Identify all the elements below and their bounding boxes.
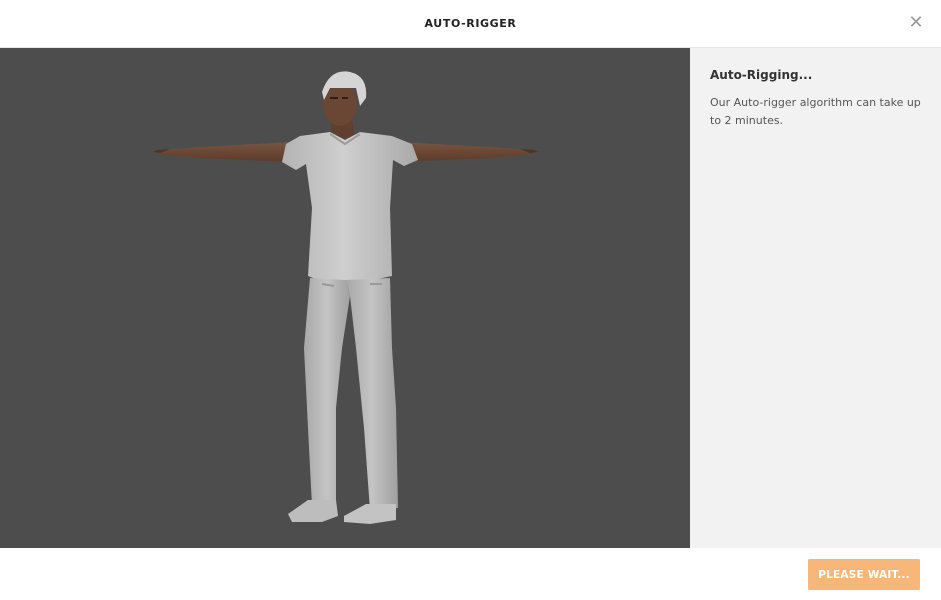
left-arm: [153, 142, 292, 162]
status-description: Our Auto-rigger algorithm can take up to…: [710, 96, 921, 127]
dialog-header: AUTO-RIGGER ✕: [0, 0, 941, 48]
right-arm: [398, 142, 538, 162]
status-title: Auto-Rigging...: [710, 68, 813, 82]
head: [322, 71, 367, 126]
please-wait-button[interactable]: PLEASE WAIT...: [808, 559, 920, 590]
dialog-title: AUTO-RIGGER: [424, 17, 517, 30]
dialog-footer: PLEASE WAIT...: [0, 548, 941, 600]
pants: [304, 278, 398, 510]
character-model: [153, 71, 538, 524]
close-icon[interactable]: ✕: [907, 14, 925, 32]
shirt: [282, 132, 418, 281]
3d-viewport[interactable]: [0, 48, 690, 548]
status-panel: Auto-Rigging... Our Auto-rigger algorith…: [690, 48, 941, 548]
auto-rigger-dialog: AUTO-RIGGER ✕ Auto-Rigging... Our Auto-r…: [0, 0, 941, 600]
